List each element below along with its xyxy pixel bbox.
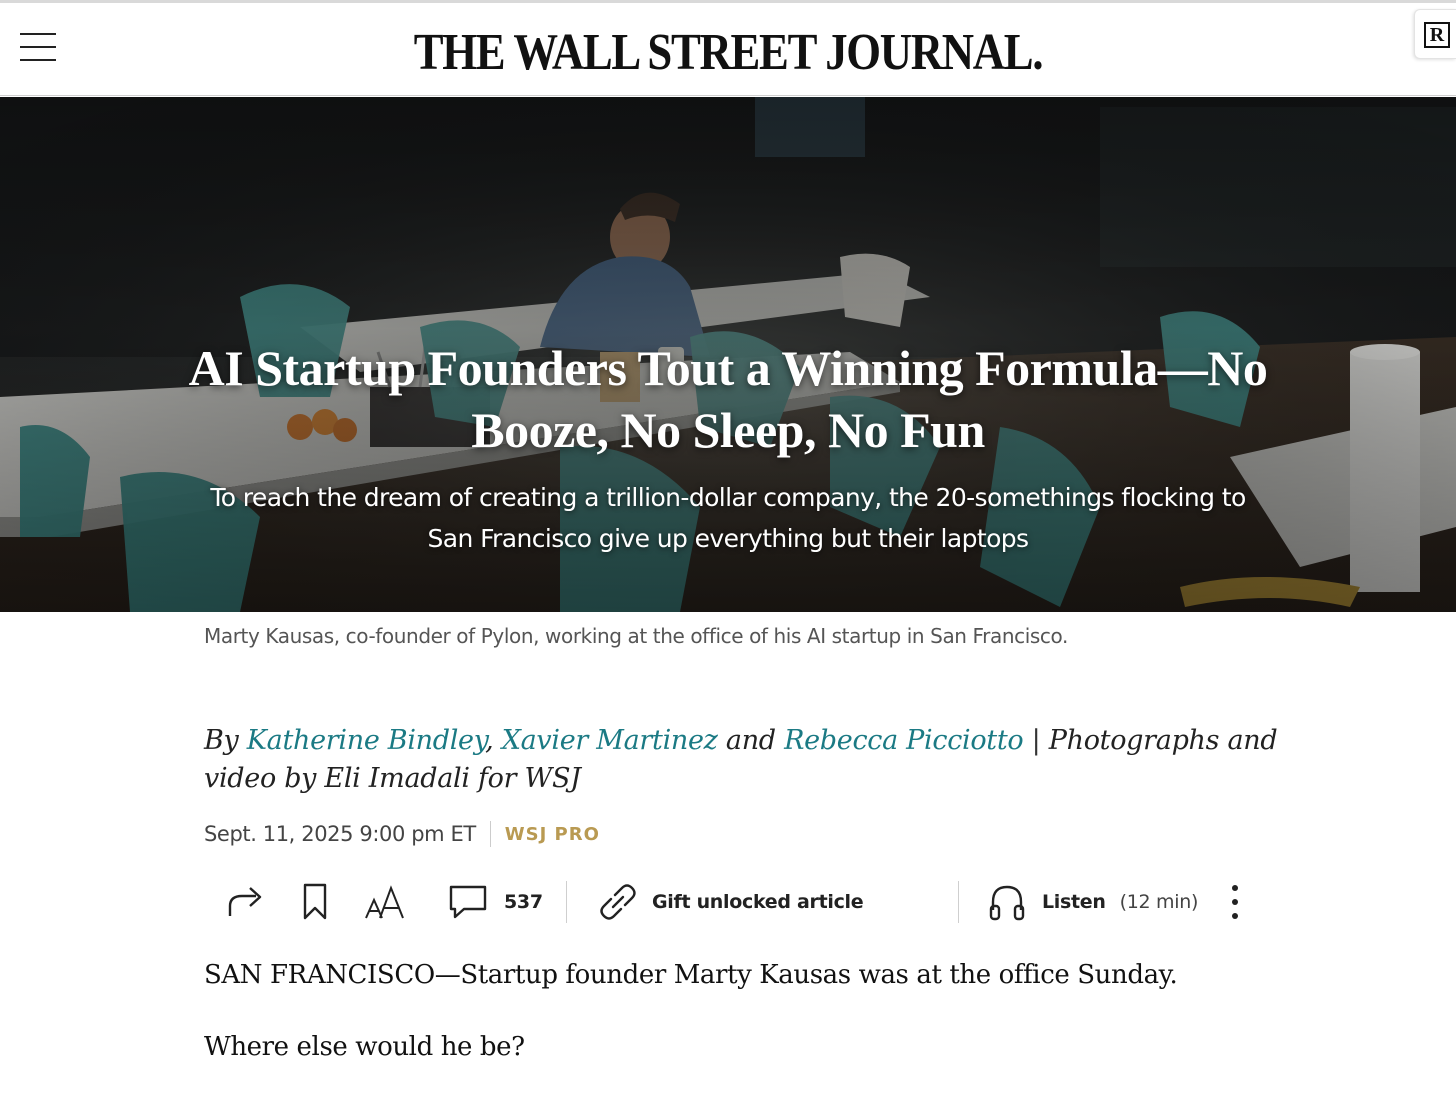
headline: AI Startup Founders Tout a Winning Formu… — [150, 337, 1306, 461]
dek-line-1: To reach the dream of creating a trillio… — [210, 483, 1246, 512]
hero-image: AI Startup Founders Tout a Winning Formu… — [0, 97, 1456, 612]
toolbar-divider-2 — [958, 881, 959, 923]
site-header: THE WALL STREET JOURNAL. R — [0, 3, 1456, 96]
listen-label: Listen — [1042, 891, 1106, 913]
extension-badge[interactable]: R — [1414, 9, 1456, 59]
headline-line-2: Booze, No Sleep, No Fun — [471, 402, 985, 458]
toolbar-divider-1 — [566, 881, 567, 923]
bookmark-icon — [303, 883, 327, 920]
dateline: Sept. 11, 2025 9:00 pm ET WSJ PRO — [204, 818, 600, 850]
gift-article-button[interactable]: Gift unlocked article — [598, 872, 864, 932]
more-vertical-icon — [1232, 885, 1238, 919]
byline-comma: , — [485, 725, 494, 756]
more-options-button[interactable] — [1228, 872, 1242, 932]
author-link-1[interactable]: Katherine Bindley — [247, 725, 486, 756]
comment-count: 537 — [504, 891, 543, 913]
extension-r-icon: R — [1424, 22, 1450, 48]
text-size-icon — [365, 885, 404, 919]
headline-line-1: AI Startup Founders Tout a Winning Formu… — [188, 340, 1268, 396]
listen-button[interactable]: Listen (12 min) — [988, 872, 1198, 932]
gift-article-label: Gift unlocked article — [652, 891, 864, 913]
bookmark-button[interactable] — [302, 872, 328, 932]
wsj-pro-badge[interactable]: WSJ PRO — [505, 824, 600, 845]
share-button[interactable] — [226, 872, 266, 932]
byline-credit-2: video by Eli Imadali for WSJ — [204, 763, 581, 794]
byline: By Katherine Bindley, Xavier Martinez an… — [204, 722, 1284, 798]
comment-bubble-icon — [449, 885, 487, 919]
dek-line-2: San Francisco give up everything but the… — [427, 524, 1030, 553]
author-link-2[interactable]: Xavier Martinez — [502, 725, 718, 756]
byline-credit-1: Photographs and — [1048, 725, 1278, 756]
author-link-3[interactable]: Rebecca Picciotto — [784, 725, 1024, 756]
dek: To reach the dream of creating a trillio… — [170, 477, 1286, 559]
byline-by: By — [204, 725, 239, 756]
masthead-logo[interactable]: THE WALL STREET JOURNAL. — [102, 23, 1354, 83]
text-size-button[interactable] — [364, 872, 406, 932]
hamburger-menu-icon[interactable] — [20, 31, 56, 63]
headphones-icon — [989, 885, 1025, 921]
article-toolbar: 537 Gift unlocked article Listen (12 min… — [204, 872, 1264, 932]
share-arrow-icon — [228, 887, 262, 916]
article-paragraph-1: SAN FRANCISCO—Startup founder Marty Kaus… — [204, 960, 1178, 990]
dateline-divider — [489, 821, 491, 847]
link-icon — [600, 884, 636, 920]
comments-button[interactable]: 537 — [448, 872, 543, 932]
byline-and: and — [725, 725, 776, 756]
publish-date: Sept. 11, 2025 9:00 pm ET — [204, 822, 476, 846]
listen-duration: (12 min) — [1119, 891, 1199, 913]
photo-caption: Marty Kausas, co-founder of Pylon, worki… — [204, 624, 1068, 648]
article-paragraph-2: Where else would he be? — [204, 1032, 525, 1062]
byline-separator: | — [1031, 725, 1041, 756]
